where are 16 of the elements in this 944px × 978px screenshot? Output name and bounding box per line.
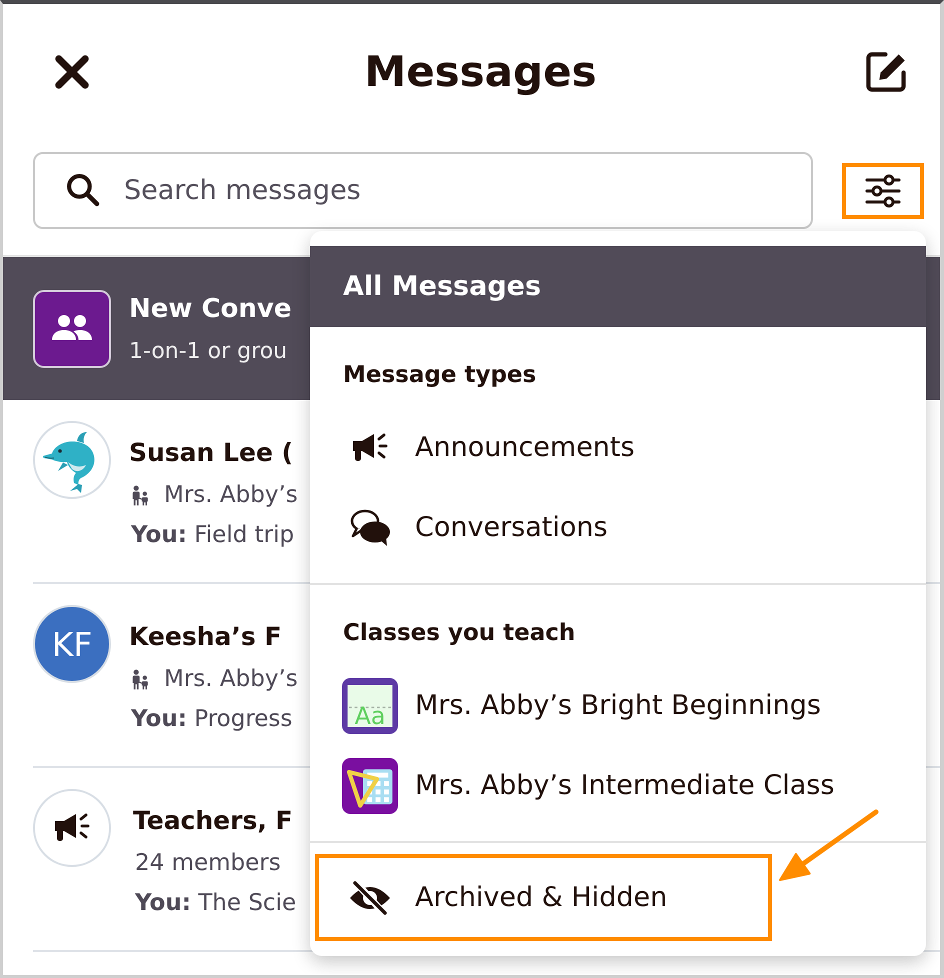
class-name: Mrs. Abby’s: [164, 481, 298, 510]
member-count: 24 members: [135, 849, 281, 878]
conversation-name: Teachers, F: [133, 805, 294, 837]
conversation-name: Keesha’s F: [129, 621, 283, 653]
last-message: You: Progress: [131, 705, 292, 734]
alphabet-icon: Aa: [342, 678, 398, 734]
section-heading: Classes you teach: [342, 619, 576, 648]
class-name: Mrs. Abby’s: [164, 665, 298, 694]
conversation-subtitle: 1-on-1 or grou: [129, 338, 288, 366]
page-title: Messages: [364, 46, 597, 98]
conversation-title: New Conve: [129, 292, 292, 326]
last-message: You: Field trip: [131, 521, 294, 550]
initials-avatar: KF: [33, 605, 111, 683]
section-heading: Message types: [342, 361, 538, 390]
last-message: You: The Scie: [135, 889, 296, 918]
conversation-name: Susan Lee (: [129, 437, 294, 469]
